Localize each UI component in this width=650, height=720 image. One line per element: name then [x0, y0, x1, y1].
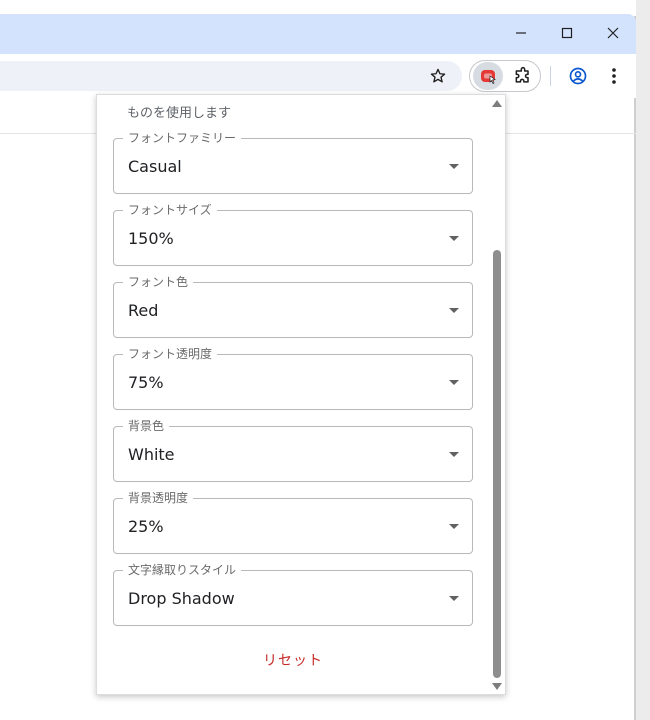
font-color-label: フォント色	[123, 275, 194, 289]
dropdown-arrow-icon	[449, 596, 459, 601]
bookmark-button[interactable]	[426, 64, 450, 88]
close-window-button[interactable]	[590, 14, 636, 52]
dropdown-arrow-icon	[449, 452, 459, 457]
scroll-up-arrow-icon[interactable]	[492, 100, 502, 107]
background-color-value: White	[128, 445, 175, 464]
font-size-value: 150%	[128, 229, 174, 248]
dropdown-arrow-icon	[449, 164, 459, 169]
star-outline-icon	[430, 68, 446, 83]
popup-description: ものを使用します	[127, 95, 487, 125]
font-size-select[interactable]: フォントサイズ 150%	[113, 203, 473, 266]
font-family-label: フォントファミリー	[123, 131, 242, 145]
font-color-value: Red	[128, 301, 159, 320]
font-color-select[interactable]: フォント色 Red	[113, 275, 473, 338]
background-opacity-select[interactable]: 背景透明度 25%	[113, 491, 473, 554]
edge-style-label: 文字縁取りスタイル	[123, 563, 242, 577]
maximize-button[interactable]	[544, 14, 590, 52]
browser-menu-button[interactable]	[602, 63, 626, 89]
background-opacity-value: 25%	[128, 517, 164, 536]
popup-description-text: ものを使用します	[127, 106, 232, 121]
clipped-description-line	[127, 95, 487, 103]
font-opacity-select[interactable]: フォント透明度 75%	[113, 347, 473, 410]
three-dot-icon	[612, 68, 616, 84]
dropdown-arrow-icon	[449, 308, 459, 313]
extension-popup: ものを使用します フォントファミリー Casual フォントサイズ 150% フ…	[96, 94, 506, 695]
profile-button[interactable]	[565, 63, 591, 89]
scrollbar-thumb[interactable]	[493, 250, 501, 678]
puzzle-icon	[515, 66, 529, 83]
toolbar-divider	[550, 66, 551, 86]
reset-button[interactable]: リセット	[243, 648, 343, 672]
extensions-menu-button[interactable]	[510, 63, 536, 89]
edge-style-select[interactable]: 文字縁取りスタイル Drop Shadow	[113, 563, 473, 626]
desktop-background	[636, 0, 650, 720]
maximize-icon	[561, 27, 573, 39]
minimize-button[interactable]	[498, 14, 544, 52]
minimize-icon	[516, 32, 526, 34]
font-family-select[interactable]: フォントファミリー Casual	[113, 131, 473, 194]
account-circle-icon	[569, 67, 587, 85]
font-opacity-value: 75%	[128, 373, 164, 392]
background-color-select[interactable]: 背景色 White	[113, 419, 473, 482]
address-bar[interactable]	[0, 61, 462, 91]
background-opacity-label: 背景透明度	[123, 491, 194, 505]
font-size-label: フォントサイズ	[123, 203, 217, 217]
dropdown-arrow-icon	[449, 380, 459, 385]
dropdown-arrow-icon	[449, 524, 459, 529]
window-shadow	[634, 16, 636, 720]
font-family-value: Casual	[128, 157, 182, 176]
scroll-down-arrow-icon[interactable]	[492, 683, 502, 690]
edge-style-value: Drop Shadow	[128, 589, 235, 608]
font-opacity-label: フォント透明度	[123, 347, 218, 361]
dropdown-arrow-icon	[449, 236, 459, 241]
extension-button[interactable]	[473, 62, 503, 90]
close-icon	[607, 27, 619, 39]
red-extension-icon	[481, 70, 496, 84]
background-color-label: 背景色	[123, 419, 170, 433]
